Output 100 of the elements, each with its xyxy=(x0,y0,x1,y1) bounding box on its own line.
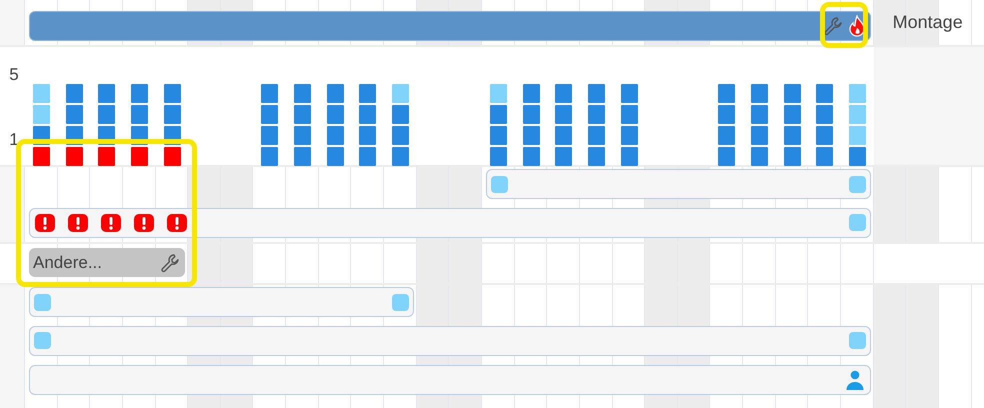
resource-label: Montage xyxy=(892,11,964,34)
group-label: Andere... xyxy=(33,252,102,274)
overload-cell xyxy=(130,147,148,166)
overload-cell xyxy=(164,147,181,166)
booked-capacity-cell xyxy=(718,105,736,124)
booked-capacity-cell xyxy=(522,84,540,103)
free-capacity-cell xyxy=(849,84,866,103)
booked-capacity-cell xyxy=(620,105,638,124)
booked-capacity-cell xyxy=(326,105,344,124)
booked-capacity-cell xyxy=(784,126,801,145)
booked-capacity-cell xyxy=(555,147,572,166)
endpoint-handle[interactable] xyxy=(848,214,866,231)
booked-capacity-cell xyxy=(588,147,605,166)
task-bar[interactable] xyxy=(29,208,871,238)
booked-capacity-cell xyxy=(849,147,866,166)
alert-icon xyxy=(166,212,188,232)
booked-capacity-cell xyxy=(718,147,736,166)
booked-capacity-cell xyxy=(816,105,834,124)
booked-capacity-cell xyxy=(294,126,312,145)
endpoint-handle[interactable] xyxy=(490,176,508,192)
endpoint-handle[interactable] xyxy=(34,332,51,349)
booked-capacity-cell xyxy=(490,147,507,166)
booked-capacity-cell xyxy=(751,126,768,145)
endpoint-handle[interactable] xyxy=(848,332,866,349)
task-bar[interactable] xyxy=(486,169,871,199)
booked-capacity-cell xyxy=(522,147,540,166)
alert-icon xyxy=(34,212,56,232)
booked-capacity-cell xyxy=(294,147,312,166)
booked-capacity-cell xyxy=(522,105,540,124)
booked-capacity-cell xyxy=(751,105,768,124)
alert-icon xyxy=(100,212,122,232)
alert-icon xyxy=(67,212,89,232)
booked-capacity-cell xyxy=(261,126,278,145)
booked-capacity-cell xyxy=(490,126,507,145)
free-capacity-cell xyxy=(849,126,866,145)
booked-capacity-cell xyxy=(294,84,312,103)
group-bar[interactable]: Andere... xyxy=(29,248,186,277)
overload-cell xyxy=(66,147,83,166)
alert-icon xyxy=(133,212,155,232)
free-capacity-cell xyxy=(392,84,410,103)
endpoint-handle[interactable] xyxy=(848,176,866,192)
axis-label: 1 xyxy=(9,130,19,150)
overload-cell xyxy=(33,147,50,166)
wrench-icon xyxy=(159,252,182,274)
booked-capacity-cell xyxy=(620,84,638,103)
free-capacity-cell xyxy=(849,105,866,124)
booked-capacity-cell xyxy=(359,126,376,145)
booked-capacity-cell xyxy=(98,105,116,124)
booked-capacity-cell xyxy=(490,105,507,124)
booked-capacity-cell xyxy=(164,84,181,103)
free-capacity-cell xyxy=(33,105,50,124)
booked-capacity-cell xyxy=(261,147,278,166)
booked-capacity-cell xyxy=(718,84,736,103)
booked-capacity-cell xyxy=(522,126,540,145)
booked-capacity-cell xyxy=(555,84,572,103)
booked-capacity-cell xyxy=(130,84,148,103)
summary-bar[interactable] xyxy=(29,11,871,41)
booked-capacity-cell xyxy=(784,84,801,103)
booked-capacity-cell xyxy=(816,126,834,145)
free-capacity-cell xyxy=(490,84,507,103)
booked-capacity-cell xyxy=(326,147,344,166)
booked-capacity-cell xyxy=(392,105,410,124)
booked-capacity-cell xyxy=(294,105,312,124)
booked-capacity-cell xyxy=(588,105,605,124)
booked-capacity-cell xyxy=(392,147,410,166)
booked-capacity-cell xyxy=(784,147,801,166)
booked-capacity-cell xyxy=(588,126,605,145)
endpoint-handle[interactable] xyxy=(34,294,51,310)
booked-capacity-cell xyxy=(359,147,376,166)
booked-capacity-cell xyxy=(261,105,278,124)
booked-capacity-cell xyxy=(784,105,801,124)
booked-capacity-cell xyxy=(751,147,768,166)
booked-capacity-cell xyxy=(816,147,834,166)
overload-cell xyxy=(98,147,116,166)
task-bar[interactable] xyxy=(29,287,414,317)
booked-capacity-cell xyxy=(816,84,834,103)
booked-capacity-cell xyxy=(326,84,344,103)
booked-capacity-cell xyxy=(130,105,148,124)
booked-capacity-cell xyxy=(326,126,344,145)
task-bar[interactable] xyxy=(29,365,871,395)
booked-capacity-cell xyxy=(555,126,572,145)
booked-capacity-cell xyxy=(392,126,410,145)
booked-capacity-cell xyxy=(164,105,181,124)
highlight-frame xyxy=(820,2,868,48)
person-icon xyxy=(844,369,866,391)
booked-capacity-cell xyxy=(555,105,572,124)
axis-label: 5 xyxy=(9,65,19,85)
flame-icon xyxy=(848,15,866,37)
booked-capacity-cell xyxy=(98,84,116,103)
task-bar[interactable] xyxy=(29,326,871,356)
booked-capacity-cell xyxy=(66,84,83,103)
booked-capacity-cell xyxy=(620,126,638,145)
booked-capacity-cell xyxy=(66,105,83,124)
booked-capacity-cell xyxy=(751,84,768,103)
booked-capacity-cell xyxy=(588,84,605,103)
endpoint-handle[interactable] xyxy=(392,294,409,310)
free-capacity-cell xyxy=(33,84,50,103)
booked-capacity-cell xyxy=(620,147,638,166)
booked-capacity-cell xyxy=(718,126,736,145)
booked-capacity-cell xyxy=(359,84,376,103)
